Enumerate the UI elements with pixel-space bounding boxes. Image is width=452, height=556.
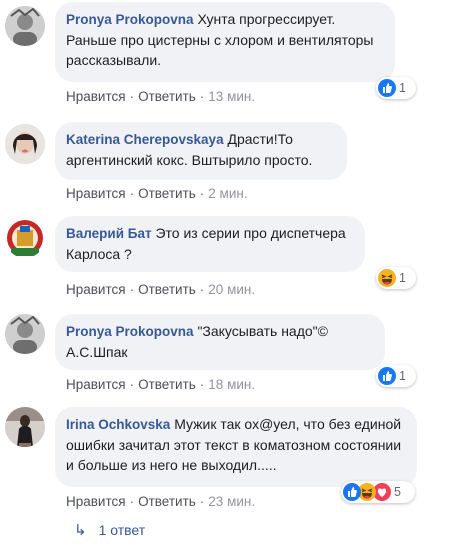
- like-icon: [343, 483, 361, 501]
- comment-timestamp[interactable]: 18 мин.: [208, 377, 255, 392]
- avatar[interactable]: [5, 218, 45, 258]
- reaction-count: 1: [399, 369, 406, 383]
- comment-actions: Нравится · Ответить · 13 мин.: [66, 89, 256, 104]
- avatar[interactable]: [5, 6, 45, 46]
- comment-bubble: Irina Ochkovska Мужик так ох@уел, что бе…: [55, 407, 417, 487]
- comment-bubble: Katerina Cherepovskaya Драсти!То аргенти…: [55, 122, 347, 180]
- comment-bubble: Валерий Бат Это из серии про диспетчера …: [55, 216, 365, 272]
- reaction-summary[interactable]: 1: [376, 77, 416, 99]
- like-link[interactable]: Нравится: [66, 282, 126, 297]
- comment-actions: Нравится · Ответить · 18 мин.: [66, 377, 256, 392]
- comment-author[interactable]: Pronya Prokopovna: [66, 12, 194, 27]
- like-link[interactable]: Нравится: [66, 186, 126, 201]
- comment-actions: Нравится · Ответить · 23 мин.: [66, 494, 256, 509]
- comment-author[interactable]: Katerina Cherepovskaya: [66, 132, 224, 147]
- comment-timestamp[interactable]: 13 мин.: [208, 89, 255, 104]
- view-replies-label[interactable]: 1 ответ: [99, 522, 146, 538]
- comment-timestamp[interactable]: 23 мин.: [208, 494, 255, 509]
- comment-timestamp[interactable]: 20 мин.: [208, 282, 255, 297]
- like-link[interactable]: Нравится: [66, 377, 126, 392]
- reaction-summary[interactable]: 1: [376, 365, 416, 387]
- like-link[interactable]: Нравится: [66, 89, 126, 104]
- reply-link[interactable]: Ответить: [138, 494, 196, 509]
- avatar[interactable]: [5, 124, 45, 164]
- like-icon: [378, 367, 396, 385]
- reply-link[interactable]: Ответить: [138, 282, 196, 297]
- reply-link[interactable]: Ответить: [138, 89, 196, 104]
- comment-author[interactable]: Валерий Бат: [66, 226, 152, 241]
- comment-timestamp[interactable]: 2 мин.: [208, 186, 247, 201]
- avatar[interactable]: [5, 407, 45, 447]
- reply-link[interactable]: Ответить: [138, 377, 196, 392]
- view-replies-link[interactable]: ↳ 1 ответ: [74, 521, 145, 539]
- reaction-count: 5: [394, 485, 401, 499]
- comment-author[interactable]: Pronya Prokopovna: [66, 324, 194, 339]
- like-icon: [378, 79, 396, 97]
- comment-author[interactable]: Irina Ochkovska: [66, 417, 170, 432]
- reply-arrow-icon: ↳: [74, 522, 87, 539]
- like-link[interactable]: Нравится: [66, 494, 126, 509]
- comment-actions: Нравится · Ответить · 2 мин.: [66, 186, 248, 201]
- comment-bubble: Pronya Prokopovna "Закусывать надо"© А.С…: [55, 314, 385, 370]
- comment-bubble: Pronya Prokopovna Хунта прогрессирует. Р…: [55, 2, 395, 82]
- reaction-count: 1: [399, 271, 406, 285]
- avatar[interactable]: [5, 314, 45, 354]
- haha-icon: [378, 269, 396, 287]
- reply-link[interactable]: Ответить: [138, 186, 196, 201]
- reaction-count: 1: [399, 81, 406, 95]
- comment-actions: Нравится · Ответить · 20 мин.: [66, 282, 256, 297]
- reaction-summary[interactable]: 5: [341, 481, 415, 503]
- reaction-summary[interactable]: 1: [376, 267, 416, 289]
